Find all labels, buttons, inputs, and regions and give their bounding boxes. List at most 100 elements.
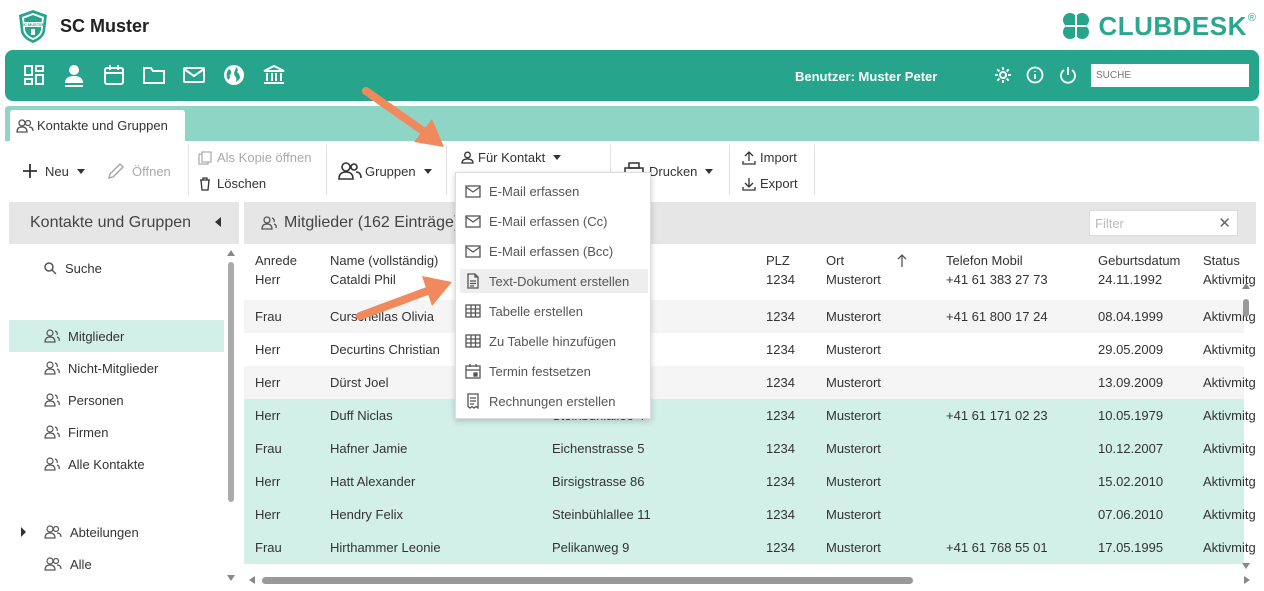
left-item-all-contacts[interactable]: Alle Kontakte [9, 448, 224, 480]
dashboard-icon[interactable] [21, 62, 47, 88]
copy-icon [198, 150, 212, 165]
for-contact-menu: E-Mail erfassen E-Mail erfassen (Cc) E-M… [455, 172, 651, 419]
export-button[interactable]: Export [742, 176, 798, 191]
table-cell: Aktivmitglied [1203, 375, 1256, 390]
table-row[interactable]: HerrDuff NiclasSteinbühlallee 41234Muste… [244, 399, 1256, 432]
table-cell: 1234 [766, 309, 795, 324]
grid-title: Mitglieder (162 Einträge) [261, 214, 459, 232]
pencil-icon [107, 162, 125, 180]
table-cell: 13.09.2009 [1098, 375, 1164, 390]
left-item-departments[interactable]: Abteilungen [9, 516, 224, 548]
club-logo: SC MUSTER [15, 8, 51, 44]
folder-icon[interactable] [141, 62, 167, 88]
scroll-down-arrow[interactable] [227, 575, 235, 581]
gear-icon[interactable] [993, 62, 1013, 88]
menu-item-email-cc[interactable]: E-Mail erfassen (Cc) [460, 209, 648, 233]
left-scrollbar-thumb[interactable] [228, 262, 234, 502]
new-button[interactable]: Neu [22, 163, 85, 179]
table-cell: 1234 [766, 342, 795, 357]
table-cell: Eichenstrasse 5 [552, 441, 645, 456]
filter-input[interactable]: Filter ✕ [1089, 210, 1238, 236]
power-icon[interactable] [1058, 62, 1078, 88]
groups-button[interactable]: Gruppen [338, 162, 432, 180]
grid-scroll-up-arrow[interactable] [1242, 283, 1250, 289]
for-contact-button[interactable]: Für Kontakt [461, 150, 562, 165]
table-cell: Musterort [826, 540, 881, 555]
table-row[interactable]: Herr Decurtins Christian 1234 Musterort 29.0… [244, 333, 1256, 366]
global-search-input[interactable] [1091, 64, 1249, 87]
table-cell: Frau [255, 309, 282, 324]
table-cell: Frau [255, 441, 282, 456]
left-item-persons[interactable]: Personen [9, 384, 224, 416]
left-item-search[interactable]: Suche [9, 252, 224, 284]
app-title: SC Muster [60, 16, 150, 36]
table-cell: Hendry Felix [330, 507, 403, 522]
tab-contacts-groups[interactable]: Kontakte und Gruppen [10, 110, 185, 141]
menu-item-email-bcc[interactable]: E-Mail erfassen (Bcc) [460, 239, 648, 263]
left-panel: Kontakte und Gruppen Suche Mitglieder Ni… [9, 202, 239, 585]
grid-vertical-scrollbar-thumb[interactable] [1243, 299, 1249, 317]
grid-scroll-left-arrow[interactable] [249, 576, 255, 584]
contacts-icon[interactable] [61, 62, 87, 88]
table-cell: +41 61 383 27 73 [946, 272, 1048, 287]
globe-icon[interactable] [221, 62, 247, 88]
grid-scroll-right-arrow[interactable] [1244, 576, 1250, 584]
table-cell: Herr [255, 272, 281, 287]
menu-item-create-invoices[interactable]: Rechnungen erstellen [460, 389, 648, 413]
import-button[interactable]: Import [742, 150, 797, 165]
menu-item-text-document[interactable]: Text-Dokument erstellen [460, 269, 648, 293]
table-row[interactable]: Frau Hirthammer Leonie Pelikanweg 9 1234 Mus… [244, 531, 1256, 564]
chevron-right-icon[interactable] [21, 527, 26, 537]
table-cell: Musterort [826, 375, 881, 390]
bank-icon[interactable] [261, 62, 287, 88]
menu-item-schedule[interactable]: Termin festsetzen [460, 359, 648, 383]
annotation-arrow [356, 276, 452, 320]
brand-name: CLUBDESK [1098, 10, 1247, 41]
copy-open-button[interactable]: Als Kopie öffnen [198, 150, 311, 165]
open-button[interactable]: Öffnen [106, 161, 171, 181]
mail-icon [465, 184, 481, 198]
group-icon [44, 425, 60, 439]
close-icon[interactable]: ✕ [1218, 214, 1231, 232]
menu-item-create-table[interactable]: Tabelle erstellen [460, 299, 648, 323]
left-item-companies[interactable]: Firmen [9, 416, 224, 448]
info-icon[interactable] [1025, 62, 1045, 88]
table-row[interactable]: Frau Hafner Jamie Eichenstrasse 5 1234 Muste… [244, 432, 1256, 465]
menu-item-add-to-table[interactable]: Zu Tabelle hinzufügen [460, 329, 648, 353]
table-cell: Aktivmitglied [1203, 342, 1256, 357]
left-item-non-members[interactable]: Nicht-Mitglieder [9, 352, 224, 384]
table-cell: Decurtins Christian [330, 342, 440, 357]
mail-icon[interactable] [181, 62, 207, 88]
table-row[interactable]: Herr Hatt Alexander Birsigstrasse 86 1234 Mu… [244, 465, 1256, 498]
collapse-left-icon[interactable] [215, 217, 221, 227]
left-item-all[interactable]: Alle [9, 548, 224, 580]
search-icon [44, 261, 57, 275]
delete-button[interactable]: Löschen [198, 176, 266, 191]
invoice-icon [465, 393, 481, 409]
table-cell: Aktivmitglied [1203, 441, 1256, 456]
calendar-icon[interactable] [101, 62, 127, 88]
annotation-arrow [362, 87, 444, 147]
grid-scroll-down-arrow[interactable] [1242, 563, 1250, 569]
left-item-members[interactable]: Mitglieder [9, 320, 224, 352]
table-cell: 1234 [766, 375, 795, 390]
table-cell: Musterort [826, 272, 881, 287]
group-icon [16, 118, 34, 133]
group-icon [44, 361, 60, 375]
table-row[interactable]: Herr Hendry Felix Steinbühlallee 11 1234 Mus… [244, 498, 1256, 531]
chevron-down-icon [423, 168, 432, 174]
table-row[interactable]: HerrDürst Joelg 561234Musterort13.09.200… [244, 366, 1256, 399]
scroll-up-arrow[interactable] [227, 250, 235, 256]
left-panel-header: Kontakte und Gruppen [9, 202, 239, 244]
menu-item-email[interactable]: E-Mail erfassen [460, 179, 648, 203]
grid-horizontal-scrollbar-thumb[interactable] [262, 577, 913, 584]
left-panel-title: Kontakte und Gruppen [30, 214, 192, 231]
members-grid: Mitglieder (162 Einträge) Filter ✕ Anred… [244, 202, 1256, 587]
table-cell: 10.12.2007 [1098, 441, 1164, 456]
group-icon [44, 393, 60, 407]
main-navbar: Benutzer: Muster Peter [5, 50, 1259, 101]
document-icon [465, 273, 481, 289]
toolbar-divider [814, 145, 815, 195]
table-cell: Aktivmitglied [1203, 540, 1256, 555]
trash-icon [200, 176, 210, 191]
